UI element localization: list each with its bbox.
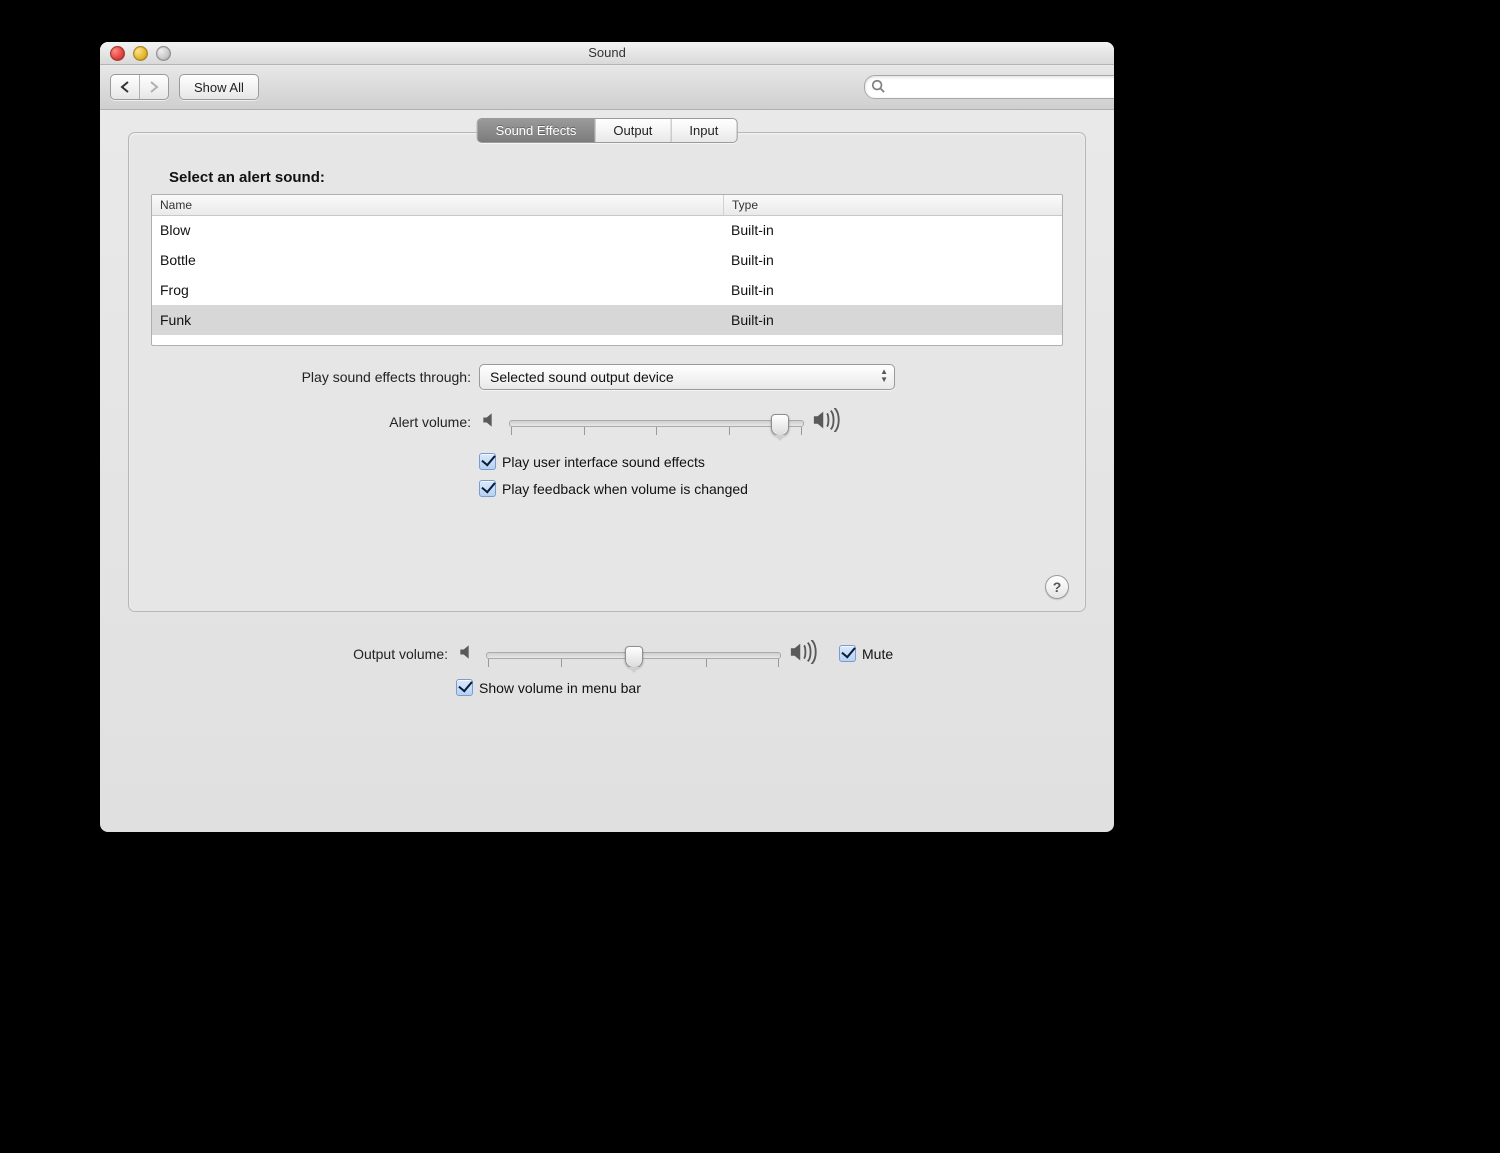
toolbar: Show All: [100, 65, 1114, 110]
search-icon: [871, 79, 885, 96]
nav-back-forward[interactable]: [110, 74, 169, 100]
speaker-max-icon: [789, 640, 819, 667]
table-row[interactable]: BottleBuilt-in: [152, 245, 1062, 275]
alert-sound-list: Name Type BlowBuilt-inBottleBuilt-inFrog…: [151, 194, 1063, 346]
play-through-value: Selected sound output device: [490, 369, 674, 385]
table-row[interactable]: FrogBuilt-in: [152, 275, 1062, 305]
checkbox-volume-feedback[interactable]: [479, 480, 496, 497]
play-through-label: Play sound effects through:: [151, 369, 479, 385]
content-area: Sound Effects Output Input Select an ale…: [100, 110, 1114, 832]
mute-label: Mute: [862, 646, 893, 662]
tab-bar: Sound Effects Output Input: [477, 118, 738, 143]
checkbox-show-in-menubar[interactable]: [456, 679, 473, 696]
speaker-max-icon: [812, 408, 842, 435]
help-button[interactable]: ?: [1045, 575, 1069, 599]
window-title: Sound: [588, 45, 626, 60]
window-controls: [110, 46, 171, 61]
sound-name: Frog: [152, 282, 723, 298]
table-row[interactable]: BlowBuilt-in: [152, 215, 1062, 245]
sound-type: Built-in: [723, 312, 1062, 328]
alert-volume-slider[interactable]: [509, 411, 804, 433]
sound-type: Built-in: [723, 252, 1062, 268]
show-all-label: Show All: [194, 80, 244, 95]
close-window-button[interactable]: [110, 46, 125, 61]
sound-type: Built-in: [723, 222, 1062, 238]
output-volume-section: Output volume:: [128, 640, 1086, 708]
sound-name: Funk: [152, 312, 723, 328]
minimize-window-button[interactable]: [133, 46, 148, 61]
tab-sound-effects[interactable]: Sound Effects: [478, 119, 596, 142]
sound-name: Bottle: [152, 252, 723, 268]
sound-effects-panel: Select an alert sound: Name Type BlowBui…: [128, 132, 1086, 612]
search-input[interactable]: [864, 75, 1114, 99]
checkbox-ui-sounds[interactable]: [479, 453, 496, 470]
checkbox-mute[interactable]: [839, 645, 856, 662]
tab-input[interactable]: Input: [671, 119, 736, 142]
play-through-popup[interactable]: Selected sound output device ▲▼: [479, 364, 895, 390]
zoom-window-button[interactable]: [156, 46, 171, 61]
alert-volume-label: Alert volume:: [151, 414, 479, 430]
titlebar: Sound: [100, 42, 1114, 65]
sound-type: Built-in: [723, 282, 1062, 298]
checkbox-volume-feedback-label: Play feedback when volume is changed: [502, 481, 748, 497]
list-header: Name Type: [152, 195, 1062, 216]
forward-button[interactable]: [140, 75, 168, 99]
output-volume-label: Output volume:: [128, 646, 456, 662]
alert-sound-rows[interactable]: BlowBuilt-inBottleBuilt-inFrogBuilt-inFu…: [152, 215, 1062, 345]
sound-name: Blow: [152, 222, 723, 238]
back-button[interactable]: [111, 75, 140, 99]
column-name-header[interactable]: Name: [152, 195, 724, 215]
show-all-button[interactable]: Show All: [179, 74, 259, 100]
speaker-min-icon: [456, 642, 478, 665]
speaker-min-icon: [479, 410, 501, 433]
output-volume-slider[interactable]: [486, 643, 781, 665]
panel-heading: Select an alert sound:: [169, 169, 1063, 186]
column-type-header[interactable]: Type: [724, 195, 1062, 215]
popup-arrows-icon: ▲▼: [880, 368, 888, 384]
tab-output[interactable]: Output: [595, 119, 671, 142]
checkbox-ui-sounds-label: Play user interface sound effects: [502, 454, 705, 470]
search-field-wrap: [864, 75, 1104, 99]
show-in-menubar-label: Show volume in menu bar: [479, 680, 641, 696]
preferences-window: Sound Show All Sound Effects Ou: [100, 42, 1114, 832]
table-row[interactable]: FunkBuilt-in: [152, 305, 1062, 335]
